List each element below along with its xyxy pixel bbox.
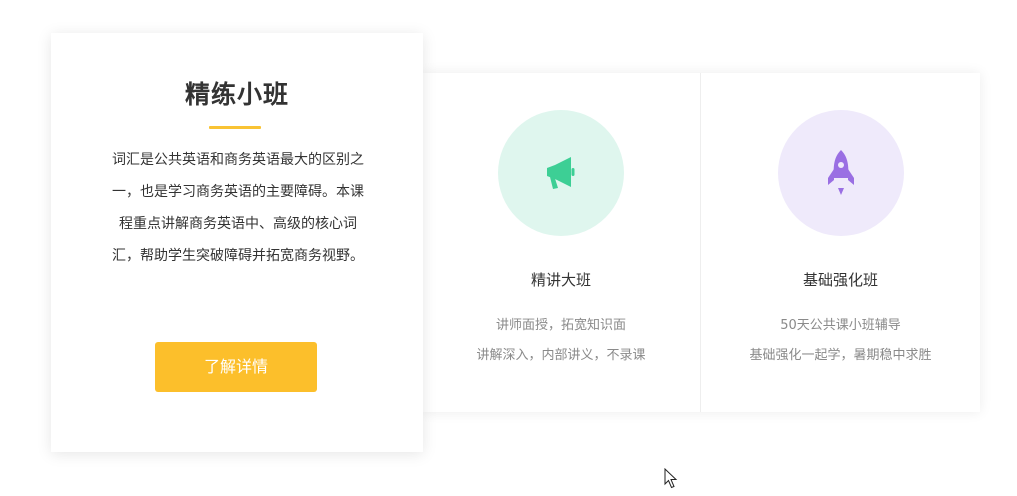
card-feature-line: 讲解深入，内部讲义，不录课 (476, 348, 646, 363)
course-cards-row: 精讲大班 讲师面授，拓宽知识面 讲解深入，内部讲义，不录课 基础强化班 50天公… (422, 73, 980, 412)
title-underline (209, 126, 261, 129)
card-feature-line: 讲师面授，拓宽知识面 (495, 318, 626, 333)
course-card-large-class[interactable]: 精讲大班 讲师面授，拓宽知识面 讲解深入，内部讲义，不录课 (422, 73, 700, 412)
card-feature-line: 50天公共课小班辅导 (780, 318, 901, 333)
featured-title: 精练小班 (184, 80, 289, 109)
icon-circle (777, 110, 904, 236)
featured-description: 词汇是公共英语和商务英语最大的区别之一，也是学习商务英语的主要障碍。本课程重点讲… (112, 152, 364, 264)
mouse-cursor-icon (664, 468, 678, 489)
rocket-icon (827, 150, 854, 195)
learn-more-button[interactable]: 了解详情 (155, 342, 317, 392)
featured-course-card: 精练小班 词汇是公共英语和商务英语最大的区别之一，也是学习商务英语的主要障碍。本… (51, 33, 423, 452)
megaphone-icon (547, 157, 575, 189)
course-section: 精讲大班 讲师面授，拓宽知识面 讲解深入，内部讲义，不录课 基础强化班 50天公… (0, 0, 1017, 496)
card-title: 基础强化班 (802, 271, 878, 289)
course-card-foundation-class[interactable]: 基础强化班 50天公共课小班辅导 基础强化一起学，暑期稳中求胜 (701, 73, 980, 412)
card-feature-line: 基础强化一起学，暑期稳中求胜 (749, 348, 932, 363)
card-title: 精讲大班 (530, 271, 591, 289)
icon-circle (498, 110, 624, 236)
